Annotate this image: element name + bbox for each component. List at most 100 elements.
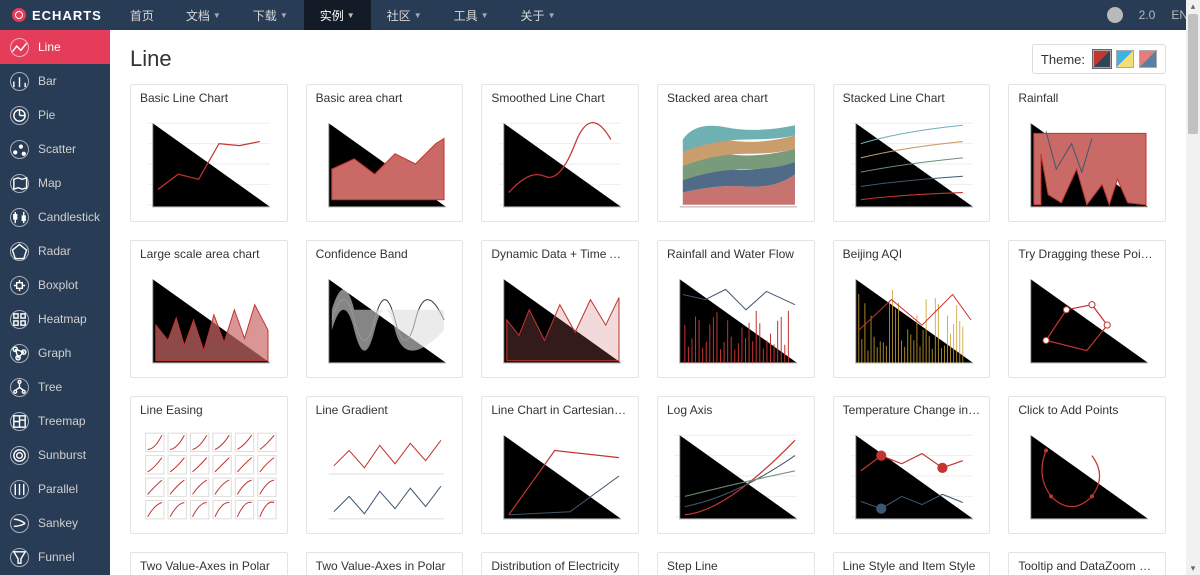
theme-swatch-default[interactable] [1093, 50, 1111, 68]
theme-swatch-dark[interactable] [1139, 50, 1157, 68]
sidebar-item-label: Line [38, 40, 61, 54]
example-card[interactable]: Try Dragging these Points [1008, 240, 1166, 378]
card-title: Basic area chart [307, 85, 463, 109]
sidebar-item-sankey[interactable]: Sankey [0, 506, 110, 540]
example-card[interactable]: Click to Add Points [1008, 396, 1166, 534]
example-card[interactable]: Two Value-Axes in Polar [306, 552, 464, 575]
version-link[interactable]: 2.0 [1139, 8, 1156, 22]
boxplot-icon [10, 276, 29, 295]
example-card[interactable]: Beijing AQI [833, 240, 991, 378]
example-card[interactable]: Step Line [657, 552, 815, 575]
example-card[interactable]: Distribution of Electricity [481, 552, 639, 575]
example-card[interactable]: Smoothed Line Chart [481, 84, 639, 222]
card-thumbnail [658, 109, 814, 221]
scroll-up-icon[interactable]: ▴ [1188, 1, 1198, 12]
nav-item-工具[interactable]: 工具▼ [438, 0, 505, 30]
card-thumbnail [482, 109, 638, 221]
chevron-down-icon: ▼ [213, 11, 221, 20]
example-card[interactable]: Log Axis [657, 396, 815, 534]
nav-right: 2.0 EN [1107, 7, 1188, 23]
sidebar-item-graph[interactable]: Graph [0, 336, 110, 370]
scroll-thumb[interactable] [1188, 14, 1198, 134]
logo[interactable]: ECHARTS [0, 8, 114, 23]
card-title: Click to Add Points [1009, 397, 1165, 421]
nav-item-首页[interactable]: 首页 [114, 0, 170, 30]
example-card[interactable]: Rainfall and Water Flow [657, 240, 815, 378]
sidebar-item-bar[interactable]: Bar [0, 64, 110, 98]
card-title: Dynamic Data + Time Axis [482, 241, 638, 265]
example-card[interactable]: Stacked Line Chart [833, 84, 991, 222]
sidebar-item-map[interactable]: Map [0, 166, 110, 200]
card-title: Temperature Change in the c… [834, 397, 990, 421]
theme-swatch-light[interactable] [1116, 50, 1134, 68]
example-card[interactable]: Stacked area chart [657, 84, 815, 222]
example-card[interactable]: Temperature Change in the c… [833, 396, 991, 534]
card-title: Distribution of Electricity [482, 553, 638, 575]
scroll-down-icon[interactable]: ▾ [1188, 563, 1198, 574]
example-card[interactable]: Large scale area chart [130, 240, 288, 378]
nav-item-关于[interactable]: 关于▼ [505, 0, 572, 30]
card-thumbnail [307, 421, 463, 533]
theme-label: Theme: [1041, 52, 1085, 67]
sidebar-item-label: Radar [38, 244, 71, 258]
content: Line Theme: Basic Line Chart Basic area c… [110, 30, 1186, 575]
example-card[interactable]: Basic area chart [306, 84, 464, 222]
sidebar-item-pie[interactable]: Pie [0, 98, 110, 132]
card-title: Try Dragging these Points [1009, 241, 1165, 265]
nav-item-实例[interactable]: 实例▼ [304, 0, 371, 30]
example-card[interactable]: Tooltip and DataZoom on Mo… [1008, 552, 1166, 575]
example-card[interactable]: Rainfall [1008, 84, 1166, 222]
example-card[interactable]: Dynamic Data + Time Axis [481, 240, 639, 378]
card-title: Two Value-Axes in Polar [307, 553, 463, 575]
sidebar-item-funnel[interactable]: Funnel [0, 540, 110, 574]
card-thumbnail [131, 265, 287, 377]
title-row: Line Theme: [130, 44, 1166, 74]
sidebar-item-label: Map [38, 176, 61, 190]
map-icon [10, 174, 29, 193]
example-card[interactable]: Line Gradient [306, 396, 464, 534]
card-title: Line Gradient [307, 397, 463, 421]
sidebar-item-line[interactable]: Line [0, 30, 110, 64]
sidebar-item-candlestick[interactable]: Candlestick [0, 200, 110, 234]
example-card[interactable]: Line Style and Item Style [833, 552, 991, 575]
scrollbar[interactable]: ▴ ▾ [1186, 0, 1200, 575]
card-thumbnail [482, 265, 638, 377]
example-card[interactable]: Line Easing [130, 396, 288, 534]
sidebar-item-label: Candlestick [38, 210, 100, 224]
sidebar-item-heatmap[interactable]: Heatmap [0, 302, 110, 336]
funnel-icon [10, 548, 29, 567]
main: Line BarPie Scatter Map Candlestick Radar Boxp… [0, 30, 1186, 575]
sidebar-item-scatter[interactable]: Scatter [0, 132, 110, 166]
sidebar-item-boxplot[interactable]: Boxplot [0, 268, 110, 302]
card-title: Tooltip and DataZoom on Mo… [1009, 553, 1165, 575]
chevron-down-icon: ▼ [280, 11, 288, 20]
nav-item-社区[interactable]: 社区▼ [371, 0, 438, 30]
card-thumbnail [1009, 265, 1165, 377]
sidebar-item-sunburst[interactable]: Sunburst [0, 438, 110, 472]
card-thumbnail [834, 265, 990, 377]
top-nav: ECHARTS 首页文档▼下载▼实例▼社区▼工具▼关于▼ 2.0 EN [0, 0, 1200, 30]
example-card[interactable]: Confidence Band [306, 240, 464, 378]
heatmap-icon [10, 310, 29, 329]
nav-item-文档[interactable]: 文档▼ [170, 0, 237, 30]
bar-icon [10, 72, 29, 91]
example-card[interactable]: Line Chart in Cartesian Coord… [481, 396, 639, 534]
sidebar-item-label: Graph [38, 346, 71, 360]
card-title: Smoothed Line Chart [482, 85, 638, 109]
card-title: Confidence Band [307, 241, 463, 265]
sidebar-item-radar[interactable]: Radar [0, 234, 110, 268]
card-thumbnail [482, 421, 638, 533]
github-icon[interactable] [1107, 7, 1123, 23]
sidebar-item-parallel[interactable]: Parallel [0, 472, 110, 506]
sidebar-item-treemap[interactable]: Treemap [0, 404, 110, 438]
nav-item-下载[interactable]: 下载▼ [237, 0, 304, 30]
example-card[interactable]: Basic Line Chart [130, 84, 288, 222]
logo-icon [12, 8, 26, 22]
card-title: Rainfall and Water Flow [658, 241, 814, 265]
candle-icon [10, 208, 29, 227]
sidebar-item-tree[interactable]: Tree [0, 370, 110, 404]
theme-selector: Theme: [1032, 44, 1166, 74]
sidebar-item-label: Scatter [38, 142, 76, 156]
example-card[interactable]: Two Value-Axes in Polar [130, 552, 288, 575]
card-title: Step Line [658, 553, 814, 575]
